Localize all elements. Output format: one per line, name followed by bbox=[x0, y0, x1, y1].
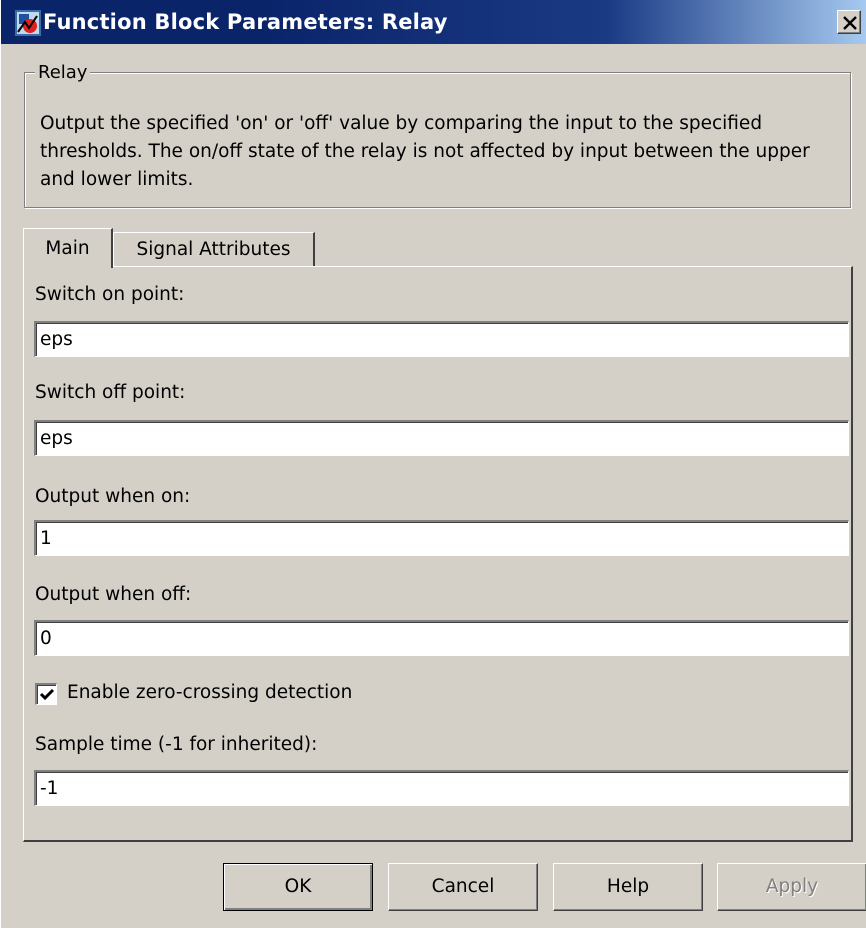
block-description: Output the specified 'on' or 'off' value… bbox=[40, 113, 810, 190]
groupbox-legend: Relay bbox=[35, 62, 91, 84]
help-button[interactable]: Help bbox=[553, 863, 703, 911]
tab-main[interactable]: Main bbox=[23, 228, 113, 268]
title-bar[interactable]: Function Block Parameters: Relay bbox=[1, 0, 866, 44]
ok-button[interactable]: OK bbox=[223, 863, 373, 911]
dialog-window: Function Block Parameters: Relay Relay O… bbox=[0, 0, 866, 928]
apply-button[interactable]: Apply bbox=[717, 863, 866, 911]
close-button[interactable] bbox=[837, 10, 861, 34]
window-title: Function Block Parameters: Relay bbox=[43, 10, 448, 34]
tab-panel-main bbox=[23, 266, 853, 842]
tab-signal-attributes[interactable]: Signal Attributes bbox=[113, 232, 315, 266]
cancel-button[interactable]: Cancel bbox=[388, 863, 538, 911]
close-icon bbox=[843, 16, 857, 30]
simulink-block-icon bbox=[15, 10, 41, 36]
